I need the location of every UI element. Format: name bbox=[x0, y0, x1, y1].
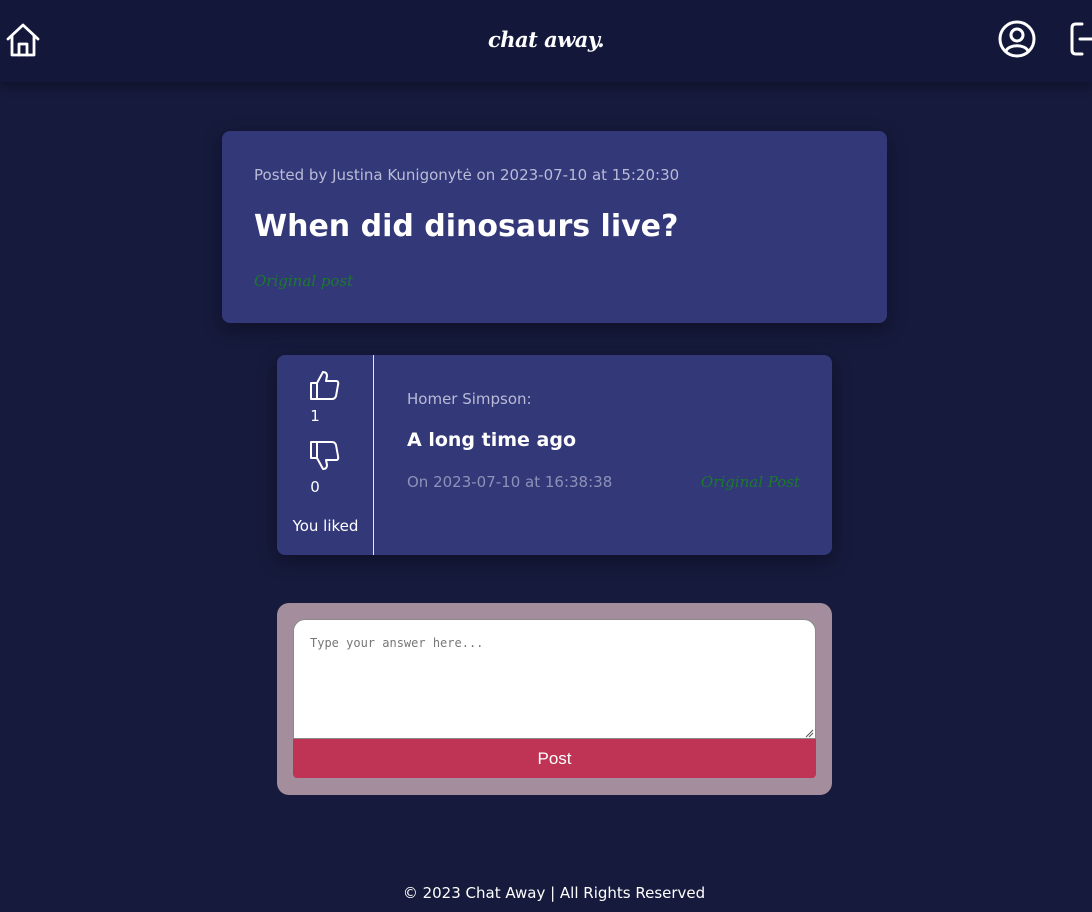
original-post-label: Original Post bbox=[700, 473, 800, 491]
post-meta: Posted by Justina Kunigonytė on 2023-07-… bbox=[254, 166, 680, 184]
answer-card: 1 0 You liked Homer Simpson: A long time… bbox=[277, 355, 832, 555]
top-navbar: chat away. bbox=[0, 0, 1092, 82]
logout-button[interactable] bbox=[1068, 19, 1092, 59]
post-button[interactable]: Post bbox=[293, 739, 816, 778]
original-post-label: Original post bbox=[254, 272, 354, 290]
profile-button[interactable] bbox=[997, 19, 1037, 59]
vote-status: You liked bbox=[292, 517, 359, 535]
reply-form: Post bbox=[277, 603, 832, 795]
answer-author: Homer Simpson: bbox=[407, 390, 532, 408]
vote-column: 1 0 You liked bbox=[277, 355, 374, 555]
answer-date: On 2023-07-10 at 16:38:38 bbox=[407, 473, 613, 491]
footer-copyright: © 2023 Chat Away | All Rights Reserved bbox=[402, 884, 706, 902]
like-count: 1 bbox=[310, 407, 320, 425]
brand-logo[interactable]: chat away. bbox=[0, 27, 1092, 52]
thumbs-up-icon bbox=[310, 371, 340, 400]
answer-text: A long time ago bbox=[407, 429, 576, 451]
dislike-count: 0 bbox=[310, 478, 320, 496]
dislike-button[interactable] bbox=[308, 439, 342, 473]
answer-input[interactable] bbox=[293, 619, 816, 739]
resize-handle-icon[interactable] bbox=[805, 729, 814, 738]
thumbs-down-icon bbox=[310, 441, 340, 470]
post-title: When did dinosaurs live? bbox=[254, 209, 679, 244]
like-button[interactable] bbox=[308, 368, 342, 402]
logout-icon bbox=[1070, 22, 1092, 56]
user-circle-icon bbox=[998, 20, 1036, 58]
question-card: Posted by Justina Kunigonytė on 2023-07-… bbox=[222, 131, 887, 323]
